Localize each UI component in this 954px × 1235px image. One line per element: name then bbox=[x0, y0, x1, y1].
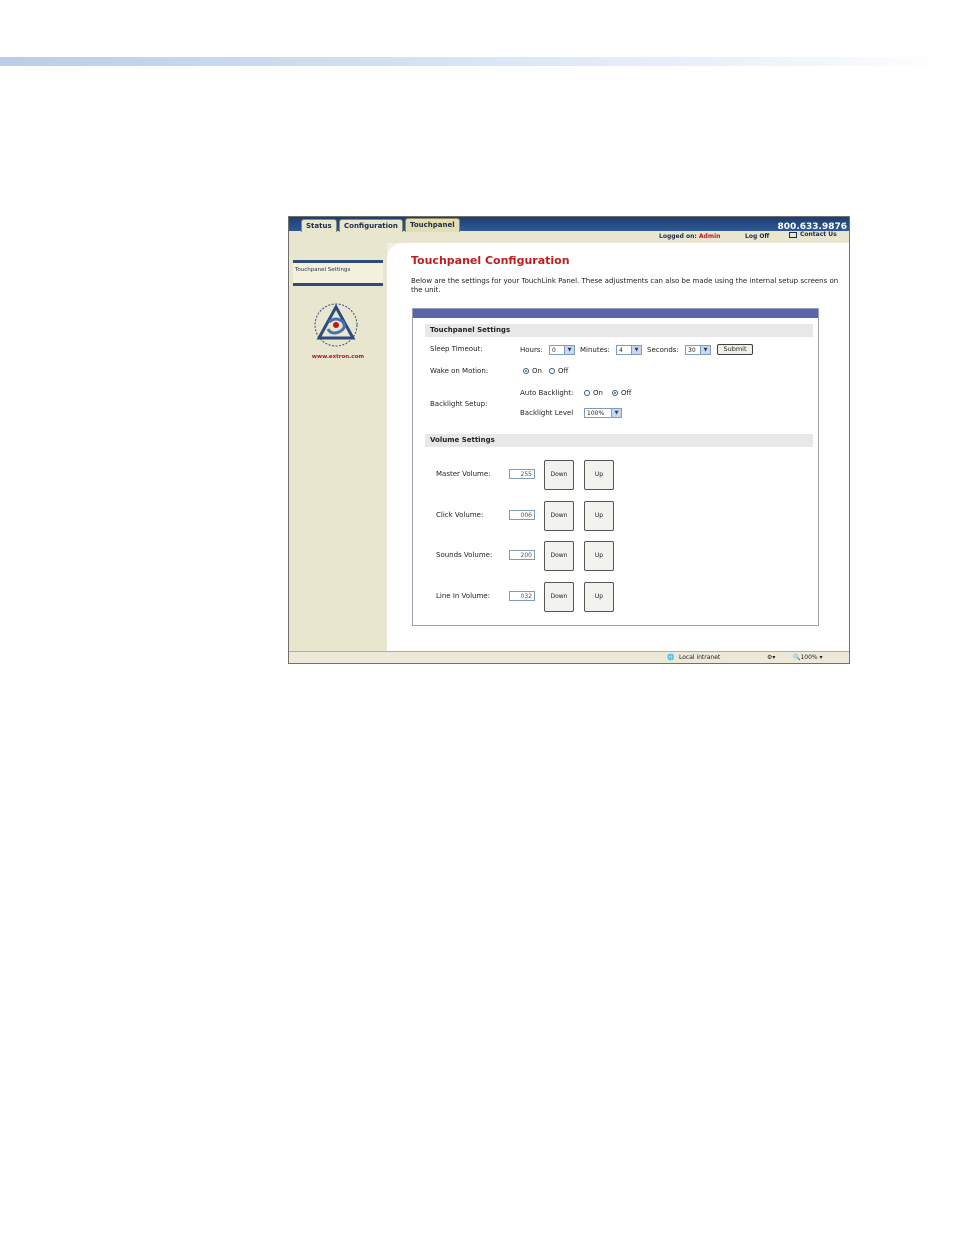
touchpanel-settings-heading: Touchpanel Settings bbox=[425, 324, 813, 337]
click-volume-label: Click Volume: bbox=[436, 511, 484, 519]
sounds-volume-value: 200 bbox=[509, 550, 535, 560]
panel-header-bar bbox=[413, 309, 818, 318]
minutes-select[interactable]: 4 ▼ bbox=[616, 345, 642, 355]
sleep-timeout-label: Sleep Timeout: bbox=[430, 345, 483, 353]
wake-off-label: Off bbox=[558, 367, 569, 375]
auto-backlight-on-label: On bbox=[593, 389, 603, 397]
minutes-label: Minutes: bbox=[580, 346, 610, 354]
chevron-down-icon: ▼ bbox=[564, 346, 574, 354]
hours-label: Hours: bbox=[520, 346, 543, 354]
page-title: Touchpanel Configuration bbox=[411, 254, 570, 267]
master-volume-value: 255 bbox=[509, 469, 535, 479]
seconds-label: Seconds: bbox=[647, 346, 679, 354]
seconds-value: 30 bbox=[688, 347, 696, 354]
click-volume-up-button[interactable]: Up bbox=[584, 501, 614, 531]
hours-select[interactable]: 0 ▼ bbox=[549, 345, 575, 355]
tab-configuration[interactable]: Configuration bbox=[339, 219, 403, 232]
tab-bar: Status Configuration Touchpanel 800.633.… bbox=[289, 217, 849, 232]
master-volume-down-button[interactable]: Down bbox=[544, 460, 574, 490]
logged-on-status: Logged on: Admin bbox=[659, 233, 720, 240]
tab-status[interactable]: Status bbox=[301, 219, 337, 232]
click-volume-value: 006 bbox=[509, 510, 535, 520]
click-volume-down-button[interactable]: Down bbox=[544, 501, 574, 531]
auto-backlight-label: Auto Backlight: bbox=[520, 389, 574, 397]
line-in-volume-label: Line In Volume: bbox=[436, 592, 490, 600]
sounds-volume-down-button[interactable]: Down bbox=[544, 541, 574, 571]
backlight-level-label: Backlight Level bbox=[520, 409, 574, 417]
chevron-down-icon: ▼ bbox=[631, 346, 641, 354]
backlight-setup-label: Backlight Setup: bbox=[430, 400, 488, 408]
wake-on-motion-label: Wake on Motion: bbox=[430, 367, 489, 375]
master-volume-label: Master Volume: bbox=[436, 470, 491, 478]
protected-mode-icon[interactable]: ⚙▾ bbox=[767, 654, 775, 661]
backlight-level-select[interactable]: 100% ▼ bbox=[584, 408, 622, 418]
seconds-select[interactable]: 30 ▼ bbox=[685, 345, 711, 355]
sounds-volume-up-button[interactable]: Up bbox=[584, 541, 614, 571]
auto-backlight-off-label: Off bbox=[621, 389, 632, 397]
auto-backlight-on-radio[interactable] bbox=[584, 390, 590, 396]
zoom-level: 100% bbox=[800, 654, 818, 661]
logged-on-label: Logged on: bbox=[659, 233, 697, 240]
sounds-volume-label: Sounds Volume: bbox=[436, 551, 493, 559]
submit-button[interactable]: Submit bbox=[717, 344, 753, 355]
contact-us-label: Contact Us bbox=[800, 231, 837, 238]
website-link[interactable]: www.extron.com bbox=[289, 354, 387, 360]
line-in-volume-value: 032 bbox=[509, 591, 535, 601]
extron-logo-icon bbox=[314, 303, 358, 347]
wake-on-radio[interactable] bbox=[523, 368, 529, 374]
main-content: Touchpanel Configuration Below are the s… bbox=[387, 243, 849, 651]
auto-backlight-off-radio[interactable] bbox=[612, 390, 618, 396]
page-header-band bbox=[0, 57, 954, 66]
volume-settings-heading: Volume Settings bbox=[425, 434, 813, 447]
master-volume-up-button[interactable]: Up bbox=[584, 460, 614, 490]
wake-on-label: On bbox=[532, 367, 542, 375]
page-description: Below are the settings for your TouchLin… bbox=[411, 277, 839, 294]
line-in-volume-down-button[interactable]: Down bbox=[544, 582, 574, 612]
wake-off-radio[interactable] bbox=[549, 368, 555, 374]
zoom-control[interactable]: 🔍100% ▾ bbox=[793, 654, 823, 661]
settings-panel: Touchpanel Settings Sleep Timeout: Hours… bbox=[412, 308, 819, 626]
security-zone: Local intranet bbox=[679, 654, 721, 661]
sidebar-item-touchpanel-settings[interactable]: Touchpanel Settings bbox=[293, 260, 383, 286]
hours-value: 0 bbox=[552, 347, 556, 354]
browser-window: Status Configuration Touchpanel 800.633.… bbox=[288, 216, 850, 664]
sidebar: Touchpanel Settings www.extron.com bbox=[289, 243, 387, 651]
app-header: Status Configuration Touchpanel 800.633.… bbox=[289, 217, 849, 243]
minutes-value: 4 bbox=[619, 347, 623, 354]
sidebar-item-label: Touchpanel Settings bbox=[295, 267, 351, 273]
contact-us-link[interactable]: Contact Us bbox=[789, 231, 837, 238]
log-off-link[interactable]: Log Off bbox=[745, 233, 769, 240]
backlight-level-value: 100% bbox=[587, 410, 605, 417]
envelope-icon bbox=[789, 231, 797, 238]
user-name: Admin bbox=[698, 233, 721, 240]
tab-touchpanel[interactable]: Touchpanel bbox=[405, 218, 460, 232]
line-in-volume-up-button[interactable]: Up bbox=[584, 582, 614, 612]
chevron-down-icon: ▼ bbox=[611, 409, 621, 417]
globe-icon: 🌐 bbox=[667, 654, 675, 661]
chevron-down-icon: ▼ bbox=[700, 346, 710, 354]
browser-status-bar: 🌐 Local intranet ⚙▾ 🔍100% ▾ bbox=[289, 651, 849, 663]
